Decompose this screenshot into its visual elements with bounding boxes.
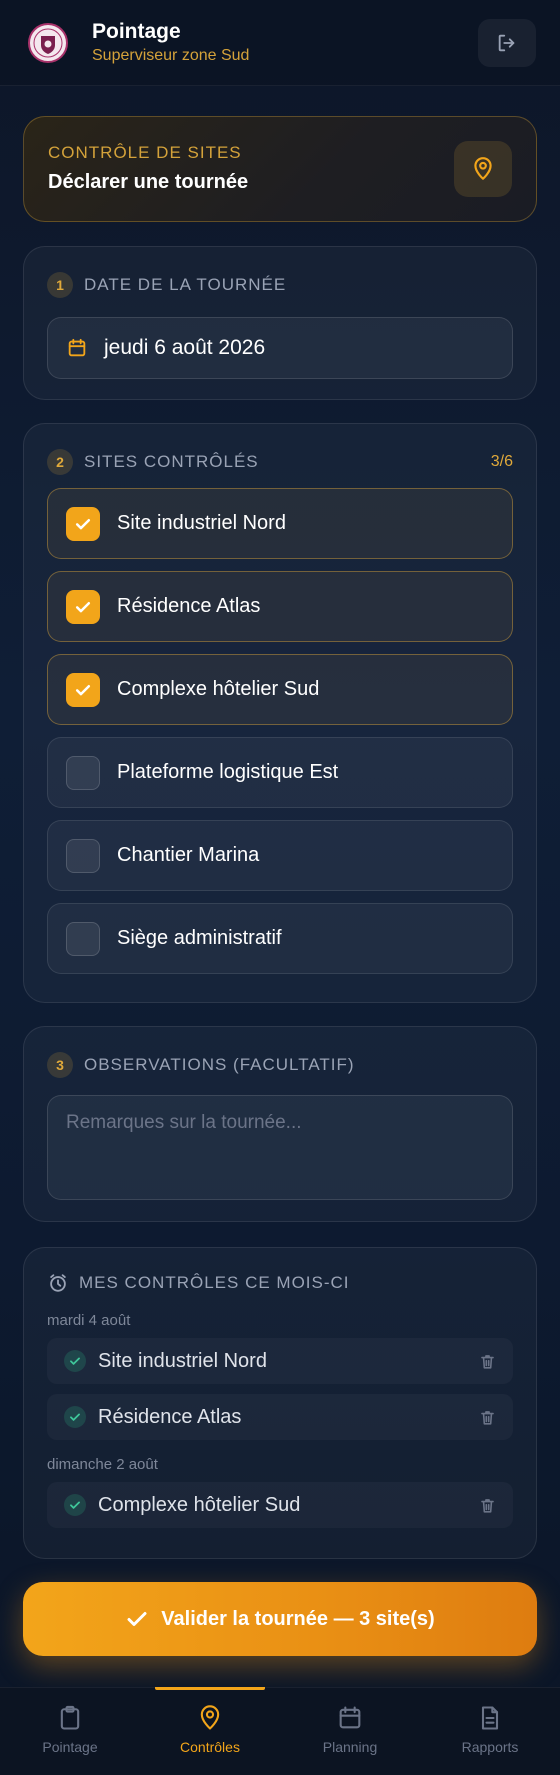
step-number: 3 [47,1052,73,1078]
check-icon [75,518,91,529]
logout-icon [498,34,515,51]
logout-button[interactable] [478,18,536,67]
site-item[interactable]: Complexe hôtelier Sud [47,654,513,725]
nav-active-indicator [155,1687,265,1690]
site-checkbox[interactable] [66,672,100,707]
map-pin-icon [200,1705,220,1730]
hero-kicker: CONTRÔLE DE SITES [48,143,242,162]
site-checkbox[interactable] [66,838,100,873]
site-name: Complexe hôtelier Sud [117,678,320,700]
control-item: Complexe hôtelier Sud [47,1482,513,1528]
validate-button-label: Valider la tournée — 3 site(s) [161,1607,435,1630]
date-section: 1 DATE DE LA TOURNÉE jeudi 6 août 2026 [23,246,537,400]
site-list: Site industriel Nord Résidence Atlas Compl… [47,488,513,974]
site-name: Plateforme logistique Est [117,761,339,783]
calendar-icon [339,1706,361,1729]
nav-item-rapports[interactable]: Rapports [420,1688,560,1775]
nav-item-planning[interactable]: Planning [280,1688,420,1775]
check-icon [70,1357,80,1365]
check-icon [127,1612,147,1626]
site-checkbox[interactable] [66,921,100,956]
control-site-name: Complexe hôtelier Sud [98,1493,301,1516]
check-icon [75,601,91,612]
site-name: Chantier Marina [117,844,260,866]
delete-button[interactable] [478,1352,497,1371]
site-item[interactable]: Siège administratif [47,903,513,974]
app-header: Pointage Superviseur zone Sud [0,0,560,86]
observations-input[interactable] [47,1095,513,1200]
nav-label: Pointage [42,1739,98,1755]
section-label: DATE DE LA TOURNÉE [84,275,287,294]
trash-icon [481,1410,494,1425]
status-ok-badge [64,1494,86,1516]
control-site-name: Résidence Atlas [98,1405,242,1428]
alarm-clock-icon [50,1274,66,1292]
app-title: Pointage [92,19,181,43]
app-logo [24,19,72,67]
status-ok-badge [64,1406,86,1428]
validate-tour-button[interactable]: Valider la tournée — 3 site(s) [23,1582,537,1656]
control-site-name: Site industriel Nord [98,1349,267,1372]
nav-label: Planning [322,1739,378,1755]
calendar-icon [68,338,86,357]
nav-label: Contrôles [180,1739,240,1755]
site-checkbox[interactable] [66,589,100,624]
step-number: 1 [47,272,73,298]
map-pin-icon [474,157,492,180]
nav-item-pointage[interactable]: Pointage [0,1688,140,1775]
site-name: Résidence Atlas [117,595,261,617]
hero-card: CONTRÔLE DE SITES Déclarer une tournée [23,116,537,222]
control-item: Résidence Atlas [47,1394,513,1440]
site-item[interactable]: Résidence Atlas [47,571,513,642]
sites-count: 3/6 [490,453,513,470]
check-icon [70,1413,80,1421]
trash-icon [481,1354,494,1369]
sites-section: 2 SITES CONTRÔLÉS 3/6 Site industriel No… [23,423,537,1003]
hero-map-pin [454,141,512,197]
delete-button[interactable] [478,1408,497,1427]
document-icon [481,1706,499,1730]
control-item: Site industriel Nord [47,1338,513,1384]
observations-section: 3 OBSERVATIONS (FACULTATIF) [23,1026,537,1222]
nav-item-contrles[interactable]: Contrôles [140,1687,280,1775]
check-icon [70,1501,80,1509]
month-groups: mardi 4 août Site industriel Nord Résidenc… [47,1312,513,1528]
status-ok-badge [64,1350,86,1372]
app-subtitle: Superviseur zone Sud [92,46,250,64]
site-item[interactable]: Chantier Marina [47,820,513,891]
hero-title: Déclarer une tournée [48,171,249,193]
step-number: 2 [47,449,73,475]
site-name: Siège administratif [117,927,282,949]
bottom-nav: Pointage Contrôles Planning Rapports [0,1687,560,1775]
delete-button[interactable] [478,1496,497,1515]
clipboard-icon [60,1705,80,1730]
site-checkbox[interactable] [66,506,100,541]
site-name: Site industriel Nord [117,512,286,534]
date-value: jeudi 6 août 2026 [104,336,266,359]
site-item[interactable]: Plateforme logistique Est [47,737,513,808]
site-checkbox[interactable] [66,755,100,790]
site-item[interactable]: Site industriel Nord [47,488,513,559]
nav-label: Rapports [461,1739,519,1755]
day-label: mardi 4 août [47,1312,131,1329]
month-controls-section: MES CONTRÔLES CE MOIS-CI mardi 4 août Sit… [23,1247,537,1559]
section-label: SITES CONTRÔLÉS [84,452,259,471]
section-label: OBSERVATIONS (FACULTATIF) [84,1055,355,1074]
trash-icon [481,1498,494,1513]
month-controls-label: MES CONTRÔLES CE MOIS-CI [79,1273,350,1292]
day-label: dimanche 2 août [47,1456,158,1473]
date-picker[interactable]: jeudi 6 août 2026 [47,317,513,379]
check-icon [75,684,91,695]
